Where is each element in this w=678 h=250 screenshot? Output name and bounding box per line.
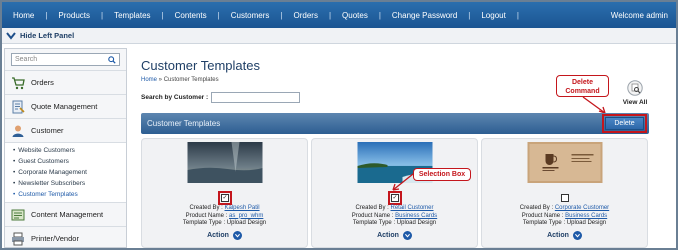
created-by-label: Created By : bbox=[189, 205, 223, 211]
quote-icon bbox=[12, 100, 25, 113]
product-name-label: Product Name : bbox=[521, 212, 564, 219]
submenu-label: Customer Templates bbox=[18, 191, 78, 198]
customer-submenu: • Website Customers • Guest Customers • Cor… bbox=[5, 142, 126, 202]
created-by-link[interactable]: Corporate Customer bbox=[555, 205, 609, 211]
customer-icon bbox=[12, 125, 24, 137]
selection-callout-arrow bbox=[392, 173, 414, 191]
nav-orders[interactable]: Orders bbox=[283, 11, 329, 20]
product-name-label: Product Name : bbox=[185, 212, 228, 219]
action-label: Action bbox=[547, 232, 569, 239]
left-panel: Search Orders Quote Management Customer … bbox=[4, 48, 127, 248]
submenu-label: Corporate Management bbox=[18, 169, 87, 176]
sidebar-item-orders[interactable]: Orders bbox=[5, 70, 126, 94]
sidebar-item-label: Printer/Vendor bbox=[31, 234, 79, 243]
template-card: Created By : Corporate Customer Product … bbox=[481, 138, 648, 248]
submenu-label: Guest Customers bbox=[18, 158, 69, 165]
main-content: Customer Templates Home » Customer Templ… bbox=[141, 48, 671, 248]
chevron-down-icon bbox=[6, 31, 16, 40]
nav-home[interactable]: Home bbox=[2, 11, 45, 20]
sidebar-search-input[interactable]: Search bbox=[11, 53, 120, 66]
template-meta: Created By : Retail Customer Product Nam… bbox=[312, 205, 477, 228]
content-icon bbox=[11, 209, 25, 220]
product-name-link[interactable]: as_pro_whm bbox=[229, 213, 263, 219]
nav-quotes[interactable]: Quotes bbox=[331, 11, 379, 20]
action-dropdown[interactable]: Action bbox=[312, 231, 477, 240]
product-name-label: Product Name : bbox=[351, 212, 394, 219]
submenu-label: Website Customers bbox=[18, 147, 75, 154]
search-by-customer-input[interactable] bbox=[211, 92, 301, 103]
chevron-down-icon bbox=[402, 231, 412, 240]
sidebar-item-quote-management[interactable]: Quote Management bbox=[5, 94, 126, 118]
delete-command-callout: Delete Command bbox=[556, 75, 609, 97]
breadcrumb-separator: » bbox=[157, 77, 164, 83]
view-all-label: View All bbox=[622, 99, 648, 106]
submenu-newsletter-subscribers[interactable]: • Newsletter Subscribers bbox=[13, 178, 126, 189]
template-thumbnail-business-card[interactable] bbox=[527, 142, 602, 183]
chevron-down-icon bbox=[232, 231, 242, 240]
hide-left-panel-toggle[interactable]: Hide Left Panel bbox=[2, 28, 676, 44]
search-by-customer-label: Search by Customer : bbox=[141, 94, 209, 101]
nav-products[interactable]: Products bbox=[47, 11, 101, 20]
templates-bar-title: Customer Templates bbox=[147, 119, 221, 128]
template-type-value: Upload Design bbox=[226, 220, 267, 226]
sidebar-item-label: Quote Management bbox=[31, 102, 98, 111]
template-type-value: Upload Design bbox=[566, 220, 607, 226]
template-thumbnail-storm[interactable] bbox=[187, 142, 262, 183]
nav-change-password[interactable]: Change Password bbox=[381, 11, 468, 20]
submenu-customer-templates[interactable]: • Customer Templates bbox=[13, 189, 126, 200]
template-card: ✓ Created By : Kalpesh Patil Product Nam… bbox=[141, 138, 308, 248]
sidebar-item-content-management[interactable]: Content Management bbox=[5, 202, 126, 226]
sidebar-item-label: Customer bbox=[31, 126, 64, 135]
printer-icon bbox=[12, 232, 24, 245]
sidebar-item-label: Content Management bbox=[31, 210, 104, 219]
submenu-website-customers[interactable]: • Website Customers bbox=[13, 145, 126, 156]
selection-checkbox[interactable]: ✓ bbox=[217, 191, 232, 205]
action-dropdown[interactable]: Action bbox=[482, 231, 647, 240]
template-meta: Created By : Corporate Customer Product … bbox=[482, 205, 647, 228]
submenu-corporate-management[interactable]: • Corporate Management bbox=[13, 167, 126, 178]
delete-button[interactable]: Delete bbox=[602, 114, 647, 133]
template-meta: Created By : Kalpesh Patil Product Name … bbox=[142, 205, 307, 228]
nav-contents[interactable]: Contents bbox=[164, 11, 218, 20]
submenu-label: Newsletter Subscribers bbox=[18, 180, 86, 187]
sidebar-item-customer[interactable]: Customer bbox=[5, 118, 126, 142]
top-navigation: Home | Products | Templates | Contents | Cus… bbox=[2, 2, 676, 28]
selection-checkbox[interactable]: ✓ bbox=[387, 191, 402, 205]
action-dropdown[interactable]: Action bbox=[142, 231, 307, 240]
sidebar-item-printer-vendor[interactable]: Printer/Vendor bbox=[5, 226, 126, 250]
magnifier-document-icon bbox=[627, 80, 643, 96]
cart-icon bbox=[12, 76, 25, 89]
template-type-label: Template Type : bbox=[352, 220, 396, 226]
nav-customers[interactable]: Customers bbox=[220, 11, 281, 20]
created-by-label: Created By : bbox=[355, 205, 389, 211]
template-type-value: Upload Design bbox=[396, 220, 437, 226]
breadcrumb: Home » Customer Templates bbox=[141, 77, 219, 83]
page-title: Customer Templates bbox=[141, 58, 260, 73]
search-by-customer: Search by Customer : bbox=[141, 92, 301, 103]
created-by-link[interactable]: Retail Customer bbox=[391, 205, 434, 211]
sidebar-item-label: Orders bbox=[31, 78, 54, 87]
template-type-label: Template Type : bbox=[182, 220, 226, 226]
created-by-label: Created By : bbox=[519, 205, 554, 211]
hide-left-panel-label: Hide Left Panel bbox=[20, 31, 75, 40]
breadcrumb-home[interactable]: Home bbox=[141, 77, 157, 83]
templates-header-bar: Customer Templates bbox=[141, 113, 649, 134]
chevron-down-icon bbox=[572, 231, 582, 240]
selection-checkbox[interactable] bbox=[560, 194, 569, 202]
action-label: Action bbox=[207, 232, 229, 239]
nav-logout[interactable]: Logout bbox=[470, 11, 516, 20]
search-icon[interactable] bbox=[108, 55, 116, 64]
product-name-link[interactable]: Business Cards bbox=[395, 213, 437, 219]
sidebar-search-placeholder: Search bbox=[15, 56, 38, 63]
welcome-text: Welcome admin bbox=[610, 10, 668, 20]
selection-box-callout: Selection Box bbox=[413, 168, 471, 181]
nav-templates[interactable]: Templates bbox=[103, 11, 161, 20]
created-by-link[interactable]: Kalpesh Patil bbox=[225, 205, 260, 211]
submenu-guest-customers[interactable]: • Guest Customers bbox=[13, 156, 126, 167]
template-type-label: Template Type : bbox=[522, 220, 566, 226]
product-name-link[interactable]: Business Cards bbox=[565, 213, 607, 219]
action-label: Action bbox=[377, 232, 399, 239]
view-all-button[interactable]: View All bbox=[620, 80, 650, 106]
breadcrumb-current: Customer Templates bbox=[163, 77, 219, 83]
